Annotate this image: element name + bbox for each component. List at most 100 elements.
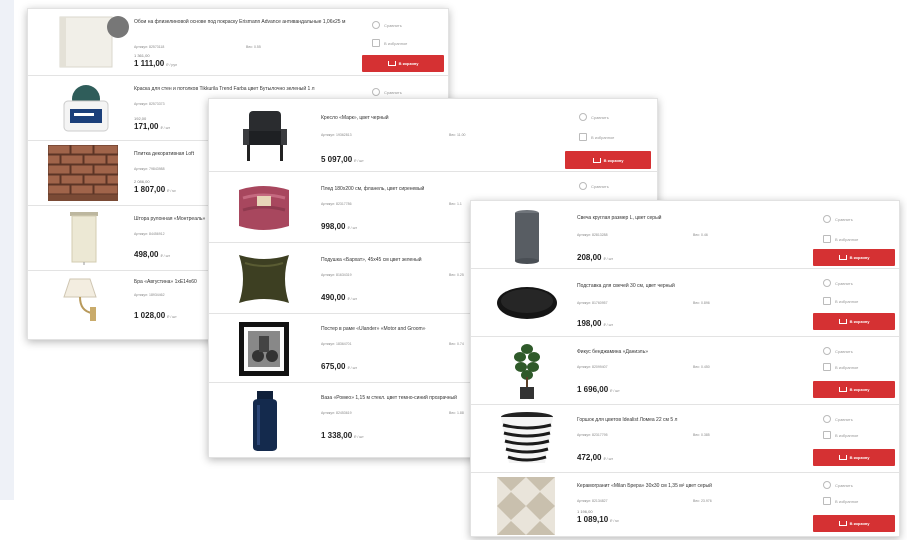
product-title[interactable]: Горшок для цветов Idealist Ломеа 22 см 5…	[577, 417, 677, 423]
product-price: 490,00 ₽ / шт	[321, 293, 358, 302]
compare-icon	[579, 113, 587, 121]
cart-icon	[838, 387, 847, 392]
favorite-button[interactable]: В избранное	[823, 497, 858, 505]
product-weight: Вес: 0.46	[693, 233, 708, 237]
product-price: 1 696,00 ₽ / шт	[577, 385, 620, 394]
favorite-button[interactable]: В избранное	[823, 363, 858, 371]
compare-button[interactable]: Сравнить	[823, 415, 853, 423]
heart-icon	[372, 39, 380, 47]
compare-icon	[579, 182, 587, 190]
product-sku: Артикул: 82099407	[577, 365, 608, 369]
favorite-button[interactable]: В избранное	[823, 235, 858, 243]
product-title[interactable]: Бра «Августина» 1xE14x60	[134, 279, 197, 285]
compare-icon	[823, 215, 831, 223]
product-image-cushion[interactable]	[235, 251, 293, 307]
add-to-cart-button[interactable]: В корзину	[362, 55, 444, 72]
product-title[interactable]: Свеча круглая размер L, цвет серый	[577, 215, 661, 221]
heart-icon	[823, 297, 831, 305]
product-title[interactable]: Ваза «Ромео» 1,15 м стекл. цвет темно-си…	[321, 395, 457, 401]
add-to-cart-button[interactable]: В корзину	[813, 249, 895, 266]
product-weight: Вес: 0.74	[449, 342, 464, 346]
product-sku: Артикул: 82453619	[321, 411, 352, 415]
heart-icon	[823, 363, 831, 371]
list-item: Свеча круглая размер L, цвет серый Артик…	[471, 201, 899, 269]
compare-button[interactable]: Сравнить	[372, 88, 402, 96]
list-item: Кресло «Марк», цвет черный Артикул: 1936…	[209, 99, 657, 172]
product-price: 675,00 ₽ / шт	[321, 362, 358, 371]
heart-icon	[823, 235, 831, 243]
product-price: 171,00 ₽ / шт	[134, 122, 171, 131]
product-price: 198,00 ₽ / шт	[577, 319, 614, 328]
product-list-panel-3: Свеча круглая размер L, цвет серый Артик…	[470, 200, 900, 537]
product-weight: Вес: 23.976	[693, 499, 712, 503]
compare-icon	[823, 415, 831, 423]
product-old-price: 2 086,00	[134, 179, 150, 184]
product-old-price: 192,00	[134, 116, 147, 121]
product-title[interactable]: Плед 180х200 см, фланель, цвет сиреневый	[321, 186, 424, 192]
compare-icon	[372, 21, 380, 29]
product-image-tile[interactable]	[497, 477, 555, 535]
product-title[interactable]: Краска для стен и потолков Tikkurila Tre…	[134, 86, 315, 92]
compare-button[interactable]: Сравнить	[823, 279, 853, 287]
compare-button[interactable]: Сравнить	[372, 21, 402, 29]
product-price: 998,00 ₽ / шт	[321, 222, 358, 231]
add-to-cart-button[interactable]: В корзину	[813, 381, 895, 398]
product-price: 1 807,00 ₽ / м²	[134, 185, 176, 194]
product-title[interactable]: Фикус бенджамина «Даниэль»	[577, 349, 648, 355]
compare-button[interactable]: Сравнить	[823, 215, 853, 223]
product-title[interactable]: Кресло «Марк», цвет черный	[321, 115, 389, 121]
product-title[interactable]: Штора рулонная «Монтреаль»	[134, 216, 205, 222]
product-image-roller-blind[interactable]	[64, 210, 104, 266]
cart-icon	[592, 157, 601, 163]
product-title[interactable]: Подставка для свечей 30 см, цвет черный	[577, 283, 675, 289]
product-image-brick[interactable]	[48, 145, 118, 201]
product-price: 472,00 ₽ / шт	[577, 453, 614, 462]
brand-badge	[107, 16, 129, 38]
list-item: Керамогранит «Milan Брера» 30х30 см 1,35…	[471, 473, 899, 536]
product-sku: Артикул: 19362813	[321, 133, 352, 137]
favorite-button[interactable]: В избранное	[372, 39, 407, 47]
heart-icon	[823, 497, 831, 505]
compare-button[interactable]: Сравнить	[579, 182, 609, 190]
product-sku: Артикул: 82573373	[134, 102, 165, 106]
product-price: 1 111,00 ₽ / рул	[134, 59, 178, 68]
favorite-button[interactable]: В избранное	[579, 133, 614, 141]
product-image-tray[interactable]	[495, 277, 559, 329]
product-sku: Артикул: 18364701	[321, 342, 352, 346]
product-price: 498,00 ₽ / шт	[134, 250, 171, 259]
product-image-ficus[interactable]	[507, 341, 547, 401]
product-sku: Артикул: 82317795	[577, 433, 608, 437]
product-weight: Вес: 0.450	[693, 365, 710, 369]
add-to-cart-button[interactable]: В корзину	[813, 313, 895, 330]
product-title[interactable]: Керамогранит «Milan Брера» 30х30 см 1,35…	[577, 483, 712, 489]
heart-icon	[823, 431, 831, 439]
product-image-armchair[interactable]	[239, 107, 291, 165]
product-weight: Вес: 0.55	[246, 45, 261, 49]
cart-icon	[838, 319, 847, 324]
product-title[interactable]: Подушка «Бархат», 45х45 см цвет зеленый	[321, 257, 422, 263]
compare-button[interactable]: Сравнить	[823, 481, 853, 489]
product-old-price: 1 361,00	[134, 53, 150, 58]
product-title[interactable]: Постер в раме «Ulander» «Motor and Groom…	[321, 326, 425, 332]
product-price: 5 097,00 ₽ / шт	[321, 155, 364, 164]
favorite-button[interactable]: В избранное	[823, 297, 858, 305]
add-to-cart-button[interactable]: В корзину	[813, 449, 895, 466]
product-image-poster[interactable]	[237, 320, 291, 378]
product-image-vase[interactable]	[245, 389, 285, 453]
product-image-blanket[interactable]	[233, 180, 295, 236]
compare-icon	[823, 481, 831, 489]
product-weight: Вес: 1.88	[449, 411, 464, 415]
product-title[interactable]: Обои на флизелиновой основе под покраску…	[134, 19, 345, 25]
product-image-flowerpot[interactable]	[497, 409, 557, 469]
product-weight: Вес: 0.25	[449, 273, 464, 277]
compare-button[interactable]: Сравнить	[823, 347, 853, 355]
compare-button[interactable]: Сравнить	[579, 113, 609, 121]
product-image-sconce[interactable]	[60, 275, 104, 331]
add-to-cart-button[interactable]: В корзину	[565, 151, 651, 169]
product-title[interactable]: Плитка декоративная Loft	[134, 151, 194, 157]
cart-icon	[838, 455, 847, 460]
product-image-candle[interactable]	[507, 207, 547, 265]
add-to-cart-button[interactable]: В корзину	[813, 515, 895, 532]
favorite-button[interactable]: В избранное	[823, 431, 858, 439]
product-image-paint[interactable]	[56, 81, 116, 135]
